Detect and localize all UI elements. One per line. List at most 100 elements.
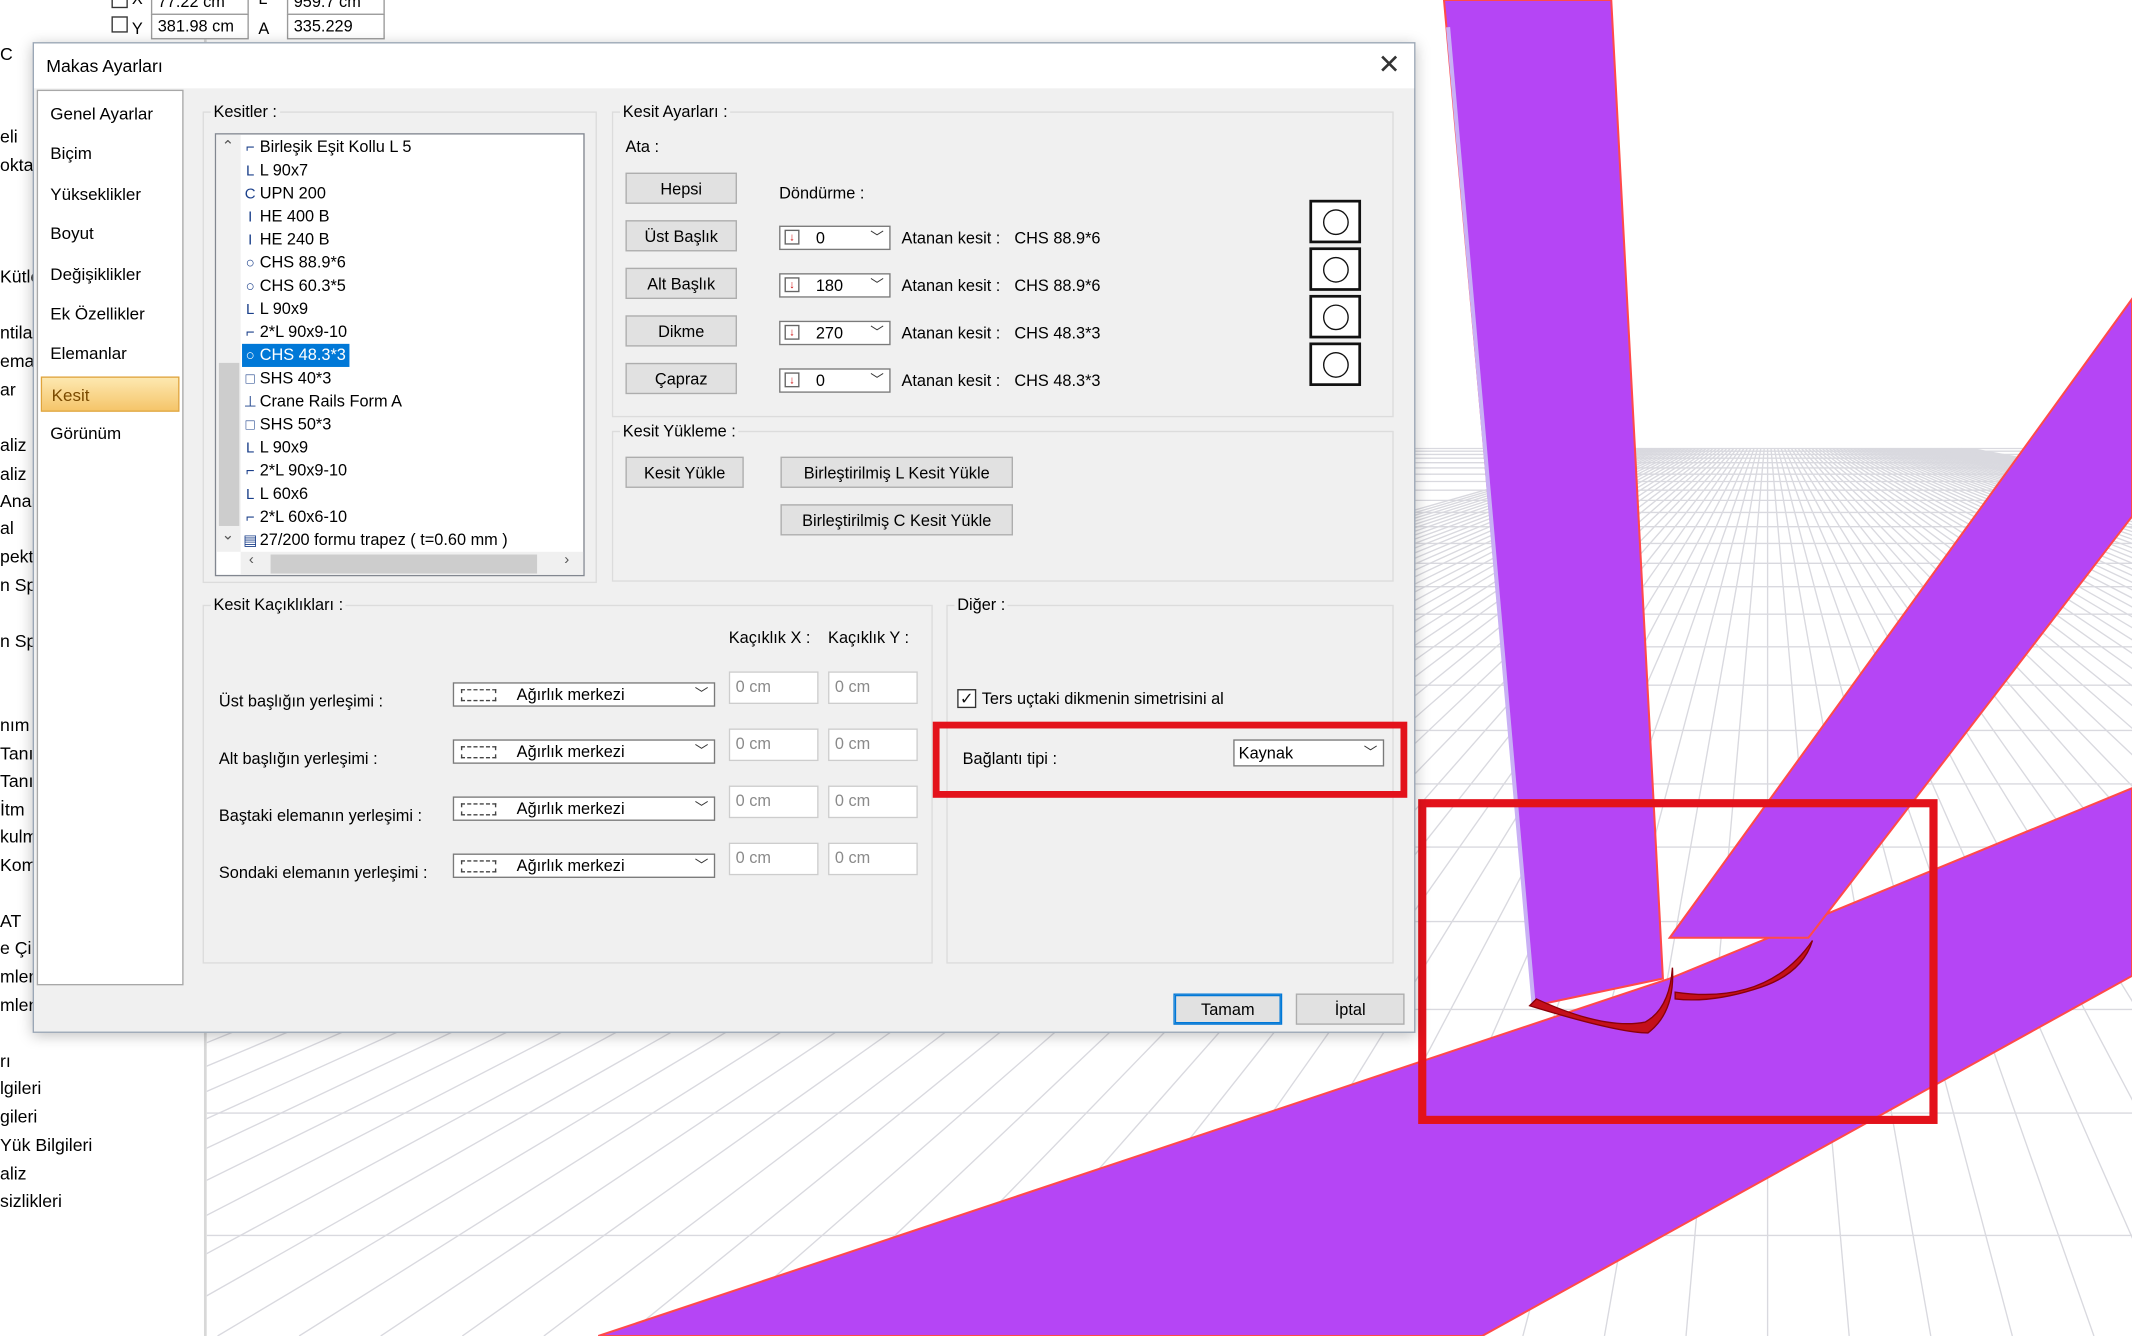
section-name: L 60x6 <box>259 483 309 503</box>
placement-icon <box>460 860 497 873</box>
y-checkbox[interactable] <box>111 16 128 33</box>
placement-select[interactable]: Ağırlık merkezi ﹀ <box>452 796 716 821</box>
birlestirilmis-c-kesit-yukle-button[interactable]: Birleştirilmiş C Kesit Yükle <box>780 504 1013 536</box>
birlestirilmis-l-kesit-yukle-button[interactable]: Birleştirilmiş L Kesit Yükle <box>780 456 1013 488</box>
section-shape-icon: ○ <box>245 347 255 365</box>
section-list-item[interactable]: LL 90x9 <box>242 298 312 321</box>
section-list-item[interactable]: LL 90x9 <box>242 436 312 459</box>
offset-y-field[interactable]: 0 cm <box>828 785 918 819</box>
chevron-down-icon: ﹀ <box>694 687 709 703</box>
section-shape-icon: I <box>248 209 253 226</box>
offset-x-field[interactable]: 0 cm <box>728 842 819 876</box>
rotation-value: 270 <box>815 323 844 343</box>
bg-left-text: lgileri <box>0 1077 42 1099</box>
placement-select[interactable]: Ağırlık merkezi ﹀ <box>452 739 716 764</box>
bg-left-text: eli <box>0 126 18 147</box>
section-list-item[interactable]: ⌐ 2*L 60x6-10 <box>242 506 351 529</box>
section-list-item[interactable]: ○ CHS 60.3*5 <box>242 275 350 298</box>
nav-item[interactable]: Değişiklikler <box>41 256 180 291</box>
section-name: CHS 48.3*3 <box>259 345 346 365</box>
rotation-select[interactable]: ↓ 180 ﹀ <box>779 273 891 298</box>
iptal-button[interactable]: İptal <box>1295 993 1405 1025</box>
y-value-field[interactable]: 381.98 cm <box>150 13 249 40</box>
assign-button[interactable]: Dikme <box>625 315 737 347</box>
horizontal-scroll-thumb[interactable] <box>270 554 538 574</box>
scroll-up-icon[interactable]: ⌃ <box>222 137 235 155</box>
section-listbox[interactable]: ⌃ ⌄ ⌐ Birleşik Eşit Kollu L 5LL 90x7 C UPN … <box>214 133 585 577</box>
section-name: SHS 40*3 <box>259 368 332 388</box>
section-name: Birleşik Eşit Kollu L 5 <box>259 137 412 157</box>
kesit-ayarlari-label: Kesit Ayarları : <box>620 101 731 121</box>
section-list-item[interactable]: ⌐ 2*L 90x9-10 <box>242 321 351 344</box>
rotation-select[interactable]: ↓ 270 ﹀ <box>779 320 891 346</box>
offset-y-field[interactable]: 0 cm <box>828 671 918 705</box>
offset-x-field[interactable]: 0 cm <box>728 785 819 819</box>
assign-button[interactable]: Çapraz <box>625 362 737 395</box>
rotation-select[interactable]: ↓ 0 ﹀ <box>779 225 891 251</box>
rotation-value: 180 <box>815 275 844 295</box>
hepsi-button[interactable]: Hepsi <box>625 172 737 204</box>
offset-y-field[interactable]: 0 cm <box>828 842 918 876</box>
bg-left-text: sizlikleri <box>0 1190 62 1211</box>
assign-button[interactable]: Alt Başlık <box>625 267 737 300</box>
section-list-item[interactable]: LL 90x7 <box>242 159 312 182</box>
nav-item[interactable]: Biçim <box>41 136 180 171</box>
chevron-down-icon: ﹀ <box>870 231 884 246</box>
section-list-item[interactable]: ⌐ Birleşik Eşit Kollu L 5 <box>242 136 416 159</box>
section-list-item[interactable]: ⊥ Crane Rails Form A <box>242 390 406 413</box>
vertical-scroll-thumb[interactable] <box>218 362 240 526</box>
offset-y-field[interactable]: 0 cm <box>828 728 918 762</box>
section-name: L 90x7 <box>259 160 309 180</box>
nav-item[interactable]: Yükseklikler <box>41 176 180 211</box>
list-vertical-scrollbar[interactable]: ⌃ ⌄ <box>216 134 241 552</box>
scroll-down-icon[interactable]: ⌄ <box>222 526 235 543</box>
chevron-down-icon: ﹀ <box>694 801 709 817</box>
nav-item[interactable]: Genel Ayarlar <box>41 96 180 131</box>
offset-x-field[interactable]: 0 cm <box>728 671 819 705</box>
section-list-item[interactable]: □ SHS 50*3 <box>242 413 335 436</box>
nav-item[interactable]: Boyut <box>41 216 180 251</box>
rotation-select[interactable]: ↓ 0 ﹀ <box>779 368 891 393</box>
placement-select[interactable]: Ağırlık merkezi ﹀ <box>452 682 716 707</box>
kesit-yukleme-label: Kesit Yükleme : <box>620 421 739 441</box>
nav-item[interactable]: Ek Özellikler <box>41 296 180 331</box>
settings-nav: Genel Ayarlar Biçim Yükseklikler Boyut Değiş… <box>36 89 184 986</box>
section-shape-icon: L <box>246 440 255 457</box>
section-name: L 90x9 <box>259 299 309 319</box>
bg-left-text: Tanı <box>0 743 34 764</box>
nav-item[interactable]: Görünüm <box>41 416 180 451</box>
mirror-checkbox[interactable]: ✓ <box>957 689 977 709</box>
section-list-item[interactable]: C UPN 200 <box>242 182 330 205</box>
placement-select[interactable]: Ağırlık merkezi ﹀ <box>452 853 716 878</box>
close-icon[interactable]: ✕ <box>1378 52 1401 79</box>
section-list-item[interactable]: I HE 400 B <box>242 205 334 228</box>
section-list-item[interactable]: ○ CHS 48.3*3 <box>242 343 350 367</box>
nav-item[interactable]: Elemanlar <box>41 336 180 371</box>
tamam-button[interactable]: Tamam <box>1173 993 1283 1025</box>
section-shape-icon: ⊥ <box>243 394 257 411</box>
scroll-right-icon[interactable]: › <box>564 552 569 568</box>
kesit-yukle-button[interactable]: Kesit Yükle <box>625 456 744 488</box>
a-value-field[interactable]: 335.229 <box>286 13 385 40</box>
nav-item[interactable]: Kesit <box>40 376 180 412</box>
dialog-titlebar[interactable]: Makas Ayarları ✕ <box>33 43 1415 89</box>
section-list-item[interactable]: ○ CHS 88.9*6 <box>242 251 350 274</box>
section-list-item[interactable]: □ SHS 40*3 <box>242 367 335 390</box>
vertical-member <box>1442 0 1664 1007</box>
mirror-checkbox-label: Ters uçtaki dikmenin simetrisini al <box>981 689 1224 709</box>
list-horizontal-scrollbar[interactable]: ‹ › <box>240 551 584 575</box>
section-list-item[interactable]: ▤ 27/200 formu trapez ( t=0.60 mm ) <box>242 529 512 552</box>
assigned-section-label: Atanan kesit : <box>901 323 1001 343</box>
section-name: 27/200 formu trapez ( t=0.60 mm ) <box>259 530 508 550</box>
offset-x-field[interactable]: 0 cm <box>728 728 819 762</box>
section-list-item[interactable]: LL 60x6 <box>242 482 312 505</box>
kesitler-group: Kesitler : ⌃ ⌄ ⌐ Birleşik Eşit Kollu L 5L… <box>202 101 597 584</box>
y-label: Y <box>131 19 143 39</box>
x-checkbox[interactable] <box>111 0 128 9</box>
section-name: L 90x9 <box>259 437 309 457</box>
section-shape-icon: ▤ <box>243 532 258 550</box>
section-list-item[interactable]: ⌐ 2*L 90x9-10 <box>242 459 351 482</box>
assign-button[interactable]: Üst Başlık <box>625 220 737 252</box>
scroll-left-icon[interactable]: ‹ <box>249 552 254 568</box>
section-list-item[interactable]: I HE 240 B <box>242 228 334 251</box>
